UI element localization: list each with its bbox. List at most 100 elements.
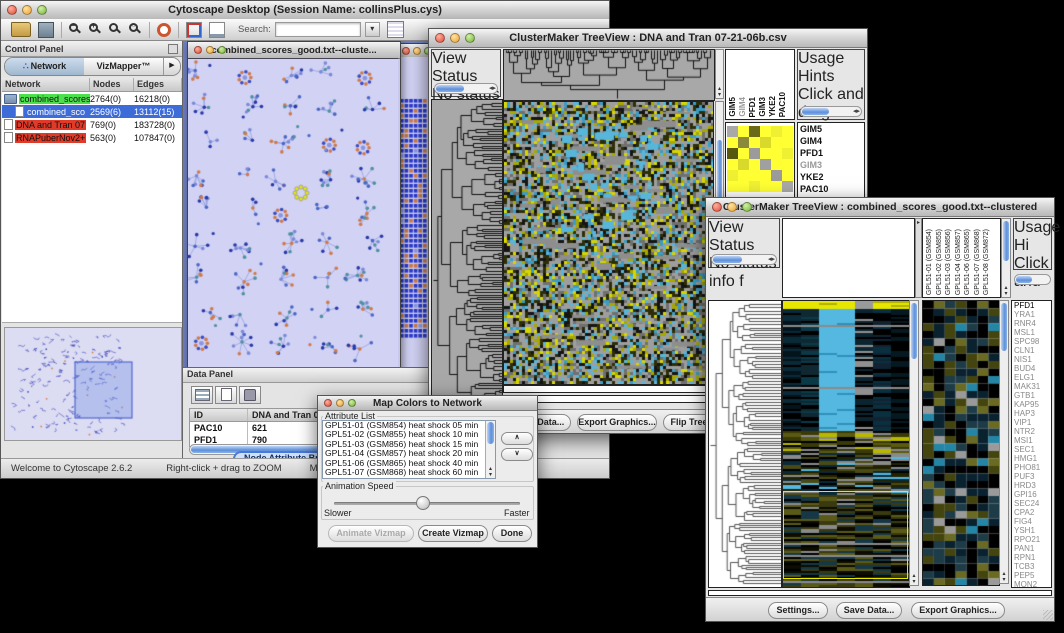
gene-label[interactable]: HMG1 [1012, 454, 1051, 463]
tab-overflow-button[interactable]: ▶ [163, 58, 180, 75]
table-row[interactable]: combined_sco 2569(6) 13112(15) [2, 105, 182, 118]
gene-label[interactable]: GIM4 [798, 135, 864, 147]
gene-label[interactable]: GIM5 [798, 123, 864, 135]
main-titlebar[interactable]: Cytoscape Desktop (Session Name: collins… [1, 1, 609, 20]
heatmap-zoomed[interactable] [922, 300, 1000, 586]
zoom-button[interactable] [742, 202, 752, 212]
matrix-cell[interactable] [760, 170, 771, 181]
save-data-button[interactable]: Save Data... [836, 602, 902, 619]
column-label[interactable]: GIM5 [728, 97, 738, 117]
table-row[interactable]: combined_scores 2764(0) 16218(0) [2, 92, 182, 105]
search-input[interactable] [275, 22, 361, 37]
float-panel-icon[interactable] [168, 44, 178, 54]
matrix-cell[interactable] [760, 137, 771, 148]
array-label[interactable]: GPL51-02 (GSM855) [935, 229, 945, 295]
panel-splitter[interactable]: ▸ [915, 218, 922, 298]
gene-label[interactable]: BUD4 [1012, 364, 1051, 373]
minimize-button[interactable] [22, 5, 32, 15]
zoom-selected-icon[interactable]: ▫ [129, 23, 142, 36]
column-dendrogram-empty[interactable] [782, 218, 915, 298]
matrix-cell[interactable] [749, 170, 760, 181]
minimize-button[interactable] [413, 47, 421, 55]
done-button[interactable]: Done [492, 525, 532, 542]
resize-grip[interactable] [1043, 610, 1053, 620]
save-icon[interactable] [38, 22, 54, 38]
column-label[interactable]: PAC10 [778, 92, 788, 117]
gene-label[interactable]: MSI1 [1012, 436, 1051, 445]
view-status-scrollbar[interactable]: ◂▸ [434, 83, 498, 94]
gene-label[interactable]: SEC24 [1012, 499, 1051, 508]
matrix-cell[interactable] [738, 126, 749, 137]
column-label[interactable]: YKE2 [768, 96, 778, 117]
matrix-cell[interactable] [760, 126, 771, 137]
col-network[interactable]: Network [2, 78, 90, 91]
matrix-cell[interactable] [738, 170, 749, 181]
matrix-cell[interactable] [727, 159, 738, 170]
dendrogram-vscroll[interactable]: ▴▾ [715, 49, 724, 99]
matrix-cell[interactable] [782, 170, 793, 181]
matrix-cell[interactable] [771, 148, 782, 159]
array-label[interactable]: GPL51-08 (GSM872) [982, 229, 992, 295]
minimize-button[interactable] [206, 46, 214, 54]
help-lifering-icon[interactable] [157, 23, 171, 37]
grid-network-canvas[interactable] [396, 57, 432, 375]
annotation-icon[interactable] [209, 22, 225, 38]
column-label[interactable]: GIM3 [758, 97, 768, 117]
zoom-fit-icon[interactable] [109, 23, 122, 36]
col-nodes[interactable]: Nodes [90, 78, 134, 91]
treeview2-titlebar[interactable]: ClusterMaker TreeView : combined_scores_… [706, 198, 1054, 217]
gene-label[interactable]: TCB3 [1012, 562, 1051, 571]
usage-hints-scrollbar[interactable]: ◂▸ [800, 106, 862, 117]
gene-label[interactable]: ELG1 [1012, 373, 1051, 382]
matrix-cell[interactable] [771, 181, 782, 192]
matrix-cell[interactable] [749, 126, 760, 137]
animate-vizmap-button[interactable]: Animate Vizmap [328, 525, 414, 542]
matrix-cell[interactable] [771, 126, 782, 137]
gene-label[interactable]: PFD1 [1012, 301, 1051, 310]
gene-label[interactable]: MSL1 [1012, 328, 1051, 337]
array-label[interactable]: GPL51-03 (GSM856) [944, 229, 954, 295]
table-row[interactable]: DNA and Tran 07 769(0) 183728(0) [2, 118, 182, 131]
minimize-button[interactable] [336, 399, 344, 407]
gene-label[interactable]: PUF3 [1012, 472, 1051, 481]
matrix-cell[interactable] [727, 148, 738, 159]
matrix-cell[interactable] [771, 159, 782, 170]
move-up-button[interactable]: ∧ [501, 432, 533, 445]
gene-label[interactable]: KAP95 [1012, 400, 1051, 409]
gene-label[interactable]: CLN1 [1012, 346, 1051, 355]
matrix-cell[interactable] [760, 148, 771, 159]
tab-vizmapper[interactable]: VizMapper™ [84, 58, 163, 75]
matrix-cell[interactable] [782, 159, 793, 170]
attribute-list-scrollbar[interactable]: ▴▾ [485, 421, 495, 478]
matrix-cell[interactable] [727, 137, 738, 148]
export-graphics-button[interactable]: Export Graphics... [911, 602, 1005, 619]
zoom-vscrollbar[interactable]: ▴▾ [999, 300, 1009, 584]
array-label[interactable]: GPL51-06 (GSM865) [963, 229, 973, 295]
heatmap-main[interactable] [503, 101, 714, 385]
matrix-cell[interactable] [760, 181, 771, 192]
array-label[interactable]: GPL51-01 (GSM854) [925, 229, 935, 295]
attribute-select-icon[interactable] [191, 386, 213, 404]
row-dendrogram[interactable] [431, 99, 503, 409]
zoom-button[interactable] [348, 399, 356, 407]
close-button[interactable] [7, 5, 17, 15]
matrix-cell[interactable] [782, 137, 793, 148]
treeview1-titlebar[interactable]: ClusterMaker TreeView : DNA and Tran 07-… [429, 29, 867, 48]
vizmap-icon[interactable] [186, 22, 202, 38]
minimize-button[interactable] [727, 202, 737, 212]
matrix-cell[interactable] [727, 170, 738, 181]
gene-label[interactable]: PAC10 [798, 183, 864, 195]
gene-label[interactable]: PEP5 [1012, 571, 1051, 580]
export-graphics-button[interactable]: Export Graphics... [577, 414, 657, 431]
gene-label[interactable]: RPN1 [1012, 553, 1051, 562]
new-attribute-icon[interactable] [215, 386, 237, 404]
view-status-scrollbar[interactable]: ◂▸ [711, 254, 777, 265]
column-label[interactable]: GIM4 [738, 97, 748, 117]
gene-label[interactable]: SPC98 [1012, 337, 1051, 346]
close-button[interactable] [712, 202, 722, 212]
open-file-icon[interactable] [11, 22, 31, 37]
close-button[interactable] [324, 399, 332, 407]
gene-label[interactable]: VIP1 [1012, 418, 1051, 427]
gene-label[interactable]: HRD3 [1012, 481, 1051, 490]
matrix-cell[interactable] [782, 181, 793, 192]
